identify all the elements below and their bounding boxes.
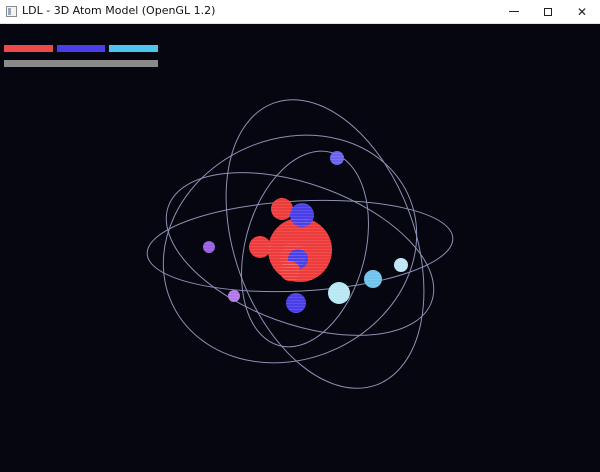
title-bar[interactable]: LDL - 3D Atom Model (OpenGL 1.2) ✕ [0, 0, 600, 24]
window-title: LDL - 3D Atom Model (OpenGL 1.2) [22, 4, 216, 17]
minimize-button[interactable] [497, 0, 531, 23]
maximize-button[interactable] [531, 0, 565, 23]
opengl-viewport[interactable] [0, 24, 600, 472]
close-button[interactable]: ✕ [565, 0, 599, 23]
close-icon: ✕ [576, 4, 588, 19]
app-window: LDL - 3D Atom Model (OpenGL 1.2) ✕ [0, 0, 600, 472]
app-icon [6, 6, 17, 17]
maximize-icon [544, 7, 552, 16]
atom-scene [146, 99, 454, 389]
minimize-icon [509, 11, 519, 12]
